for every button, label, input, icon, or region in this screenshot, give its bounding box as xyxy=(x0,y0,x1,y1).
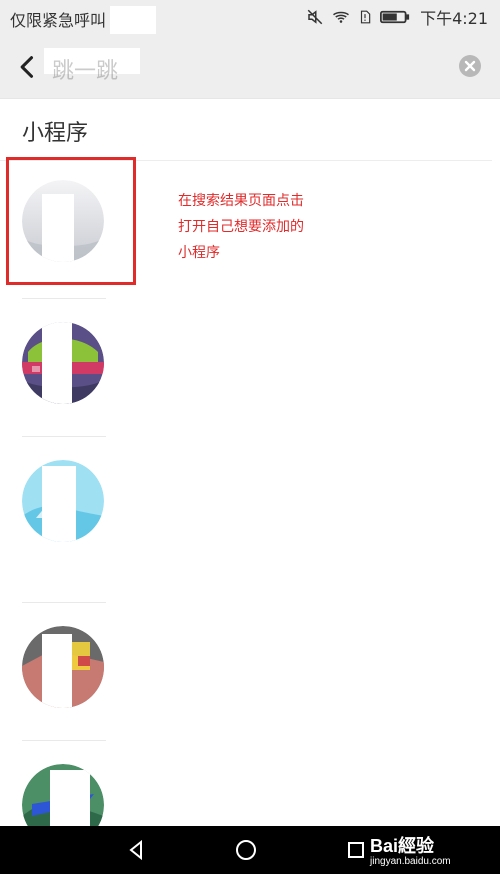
miniprogram-result-1[interactable] xyxy=(22,180,104,262)
top-bar: 跳一跳 xyxy=(0,34,500,99)
nav-home-button[interactable] xyxy=(234,838,258,862)
status-icons: 下午4:21 xyxy=(306,7,488,28)
miniprogram-result-3[interactable] xyxy=(22,460,104,542)
page-title: 跳一跳 xyxy=(52,59,119,84)
baidu-jingyan-watermark: Bai經验 jingyan.baidu.com xyxy=(370,826,480,874)
chevron-left-icon xyxy=(20,56,34,78)
status-bar: 仅限紧急呼叫 下午4:21 xyxy=(0,0,500,39)
avatar-redaction xyxy=(42,322,72,404)
avatar-redaction xyxy=(42,194,74,262)
nav-recents-button[interactable] xyxy=(344,838,368,862)
close-circle-icon xyxy=(459,55,481,77)
home-circle-icon xyxy=(236,840,256,860)
avatar-redaction xyxy=(42,634,72,708)
section-title: 小程序 xyxy=(22,121,89,146)
list-divider xyxy=(22,602,106,603)
list-divider xyxy=(22,740,106,741)
instruction-note: 在搜索结果页面点击 打开自己想要添加的 小程序 xyxy=(178,193,304,261)
wifi-icon xyxy=(332,8,350,26)
system-navigation-bar: Bai經验 jingyan.baidu.com xyxy=(0,826,500,874)
miniprogram-result-2[interactable] xyxy=(22,322,104,404)
clear-button[interactable] xyxy=(458,54,482,78)
sim-alert-icon xyxy=(358,8,372,26)
watermark-brand: Bai經验 xyxy=(370,836,435,856)
avatar-redaction xyxy=(42,466,76,542)
status-time: 下午4:21 xyxy=(420,9,488,28)
back-button[interactable] xyxy=(14,52,42,82)
recents-square-icon xyxy=(348,842,364,858)
nav-back-button[interactable] xyxy=(125,838,149,862)
list-divider xyxy=(22,298,106,299)
list-divider xyxy=(22,436,106,437)
mute-icon xyxy=(306,8,324,26)
battery-icon xyxy=(380,9,410,25)
miniprogram-result-4[interactable] xyxy=(22,626,104,708)
back-triangle-icon xyxy=(129,839,142,861)
watermark-site: jingyan.baidu.com xyxy=(370,856,451,867)
status-emergency-only: 仅限紧急呼叫 xyxy=(10,11,107,30)
